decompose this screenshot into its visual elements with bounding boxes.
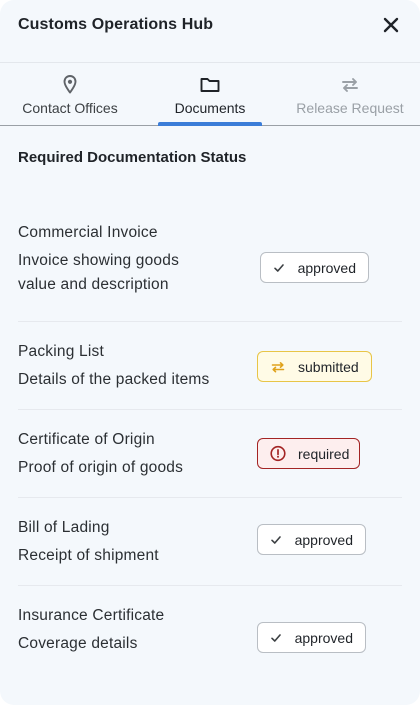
close-icon [383,17,399,33]
tab-label: Contact Offices [22,100,118,116]
status-badge: approved [260,252,369,283]
document-row: Certificate of Origin Proof of origin of… [18,410,402,498]
tab-documents[interactable]: Documents [140,63,280,126]
section-title: Required Documentation Status [18,149,247,166]
status-label: approved [297,259,356,276]
tab-release-request[interactable]: Release Request [280,63,420,125]
app-title: Customs Operations Hub [18,16,214,33]
customs-hub-panel: Customs Operations Hub Contact Offices D… [0,0,420,705]
close-button[interactable] [380,14,402,36]
status-badge: submitted [257,351,372,382]
status-label: required [298,445,350,462]
document-row: Insurance Certificate Coverage details a… [18,586,402,674]
location-pin-icon [63,75,77,94]
status-badge: required [257,438,360,469]
document-row: Bill of Lading Receipt of shipment appro… [18,498,402,586]
check-icon [270,630,283,646]
document-name: Commercial Invoice [18,224,158,241]
document-row: Packing List Details of the packed items… [18,322,402,410]
status-badge: approved [257,622,366,653]
tab-label: Documents [174,100,246,116]
status-badge: approved [257,524,366,555]
swap-arrows-icon [342,78,358,92]
alert-circle-icon [270,445,286,462]
document-row: Commercial Invoice Invoice showing goods… [18,221,402,322]
tab-bar: Contact Offices Documents Release Reques… [0,62,420,126]
folder-icon [200,78,220,92]
header: Customs Operations Hub [0,0,420,62]
tab-contact-offices[interactable]: Contact Offices [0,63,140,125]
status-label: submitted [298,358,359,375]
status-label: approved [294,629,353,646]
check-icon [270,532,283,548]
status-label: approved [294,531,353,548]
swap-arrows-icon [270,359,286,375]
document-list: Commercial Invoice Invoice showing goods… [18,215,402,674]
document-description: Invoice showing goods value and descript… [18,252,180,293]
active-tab-indicator [158,122,262,126]
tab-label: Release Request [296,100,404,116]
check-icon [273,260,286,276]
